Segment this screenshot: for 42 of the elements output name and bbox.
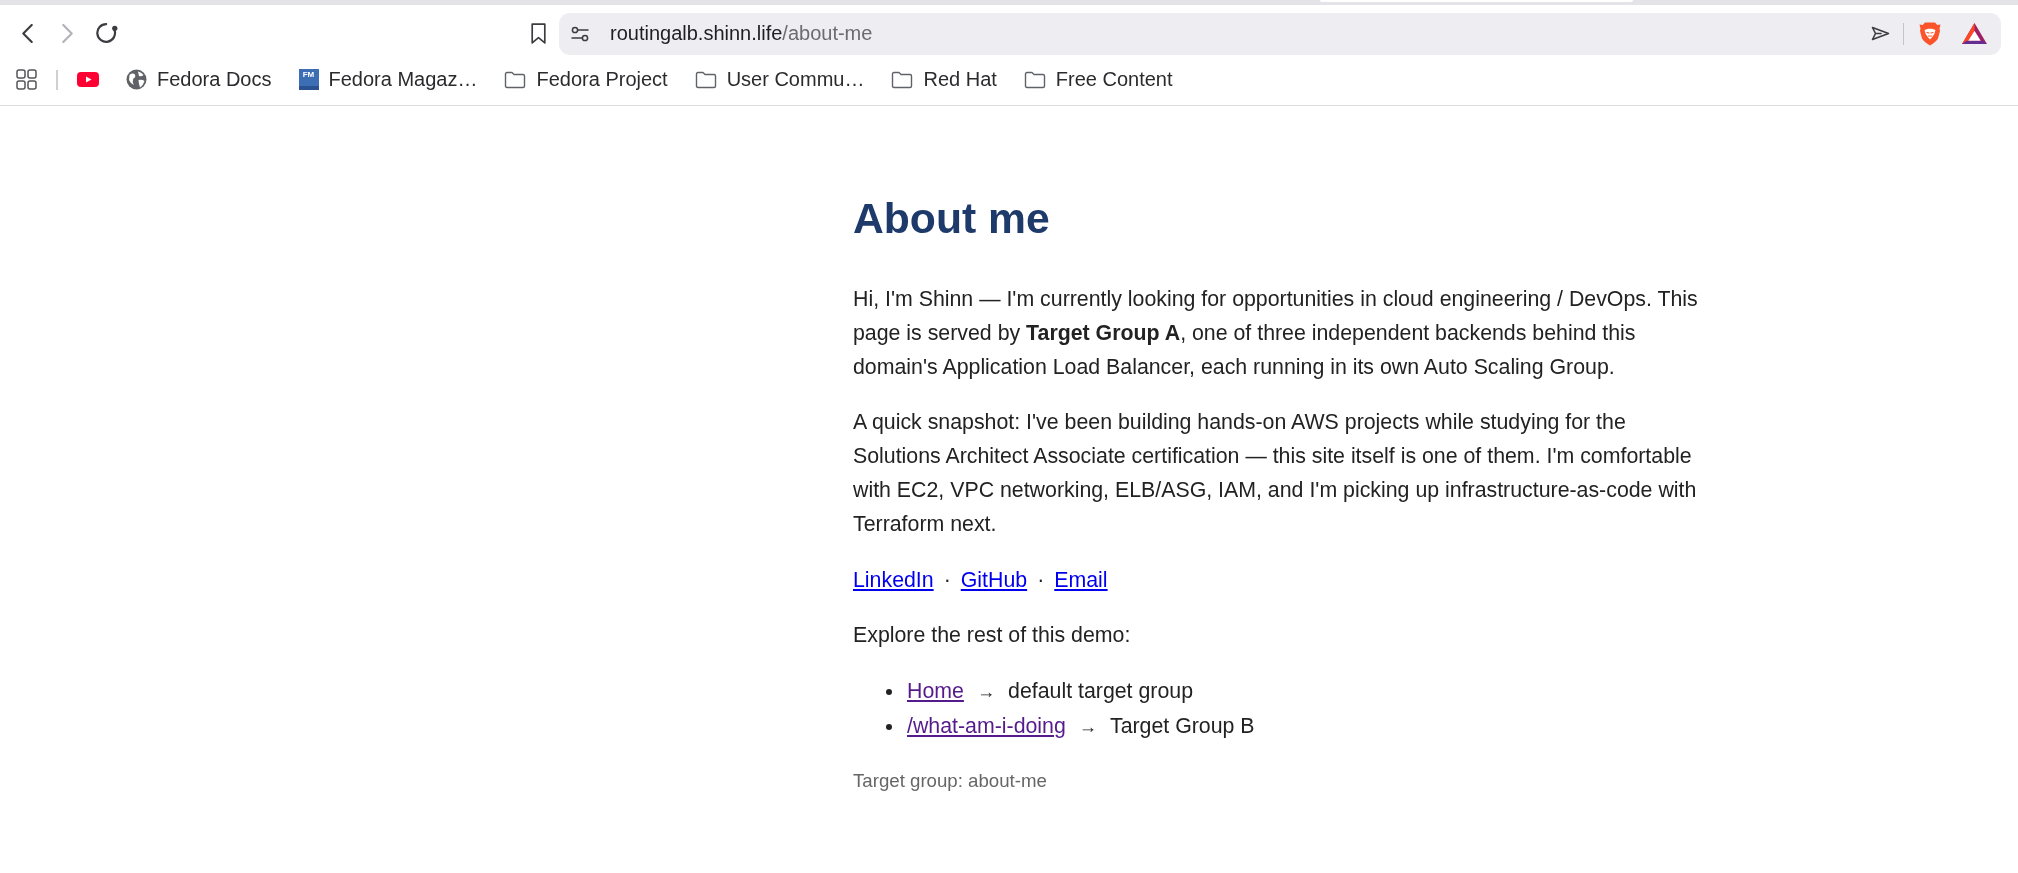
bookmark-item[interactable]: Red Hat — [885, 63, 1003, 96]
folder-icon — [891, 70, 914, 89]
contact-link[interactable]: LinkedIn — [853, 567, 934, 592]
bookmark-item[interactable]: Free Content — [1017, 63, 1179, 96]
page-heading: About me — [853, 193, 1051, 244]
folder-icon — [1023, 70, 1046, 89]
folder-icon — [504, 70, 527, 89]
bullet-icon — [886, 724, 892, 731]
sliders-icon[interactable] — [571, 25, 589, 42]
reload-icon — [96, 23, 118, 44]
body-paragraph: A quick snapshot: I've been building hands-on AWS projects while studying for the Solutions Architect Associate certification — this site itself is one of them. I'm comfortable with EC2, VPC networking, ELB/ASG, IAM, and I'm picking up infrastructure-as-code with Terraform next. — [853, 409, 1698, 539]
url-text[interactable]: routingalb.shinn.life/about-me — [610, 22, 873, 45]
globe-icon — [126, 69, 147, 90]
route-description: default target group — [1008, 679, 1193, 703]
fm-logo-icon: FM — [298, 69, 319, 90]
chevron-left-icon — [21, 24, 33, 43]
contact-link[interactable]: Email — [1054, 567, 1108, 592]
arrow-icon: → — [1078, 717, 1097, 737]
bookmark-item[interactable]: User Commu… — [688, 63, 871, 96]
lion-shield-icon[interactable] — [1919, 21, 1941, 46]
route-link[interactable]: Home — [907, 679, 964, 703]
explore-text: Explore the rest of this demo: — [853, 622, 1132, 649]
contact-link[interactable]: GitHub — [960, 567, 1028, 592]
target-group-note: Target group: about-me — [853, 769, 1048, 793]
grid-icon — [15, 69, 37, 90]
triangle-logo-icon[interactable] — [1962, 23, 1987, 44]
bookmark-item[interactable]: Fedora Project — [498, 63, 674, 96]
address-field[interactable]: routingalb.shinn.life/about-me — [559, 12, 2001, 55]
folder-icon — [694, 70, 717, 89]
body-paragraph: Hi, I'm Shinn — I'm currently looking for opportunities in cloud engineering / DevOps. This page is served by Target Group A, one of three independent backends behind this domain's Application Load Balancer, each running in its own Auto Scaling Group. — [853, 286, 1699, 381]
bookmark-icon — [530, 23, 546, 44]
bookmark-item[interactable]: Fedora Docs — [120, 63, 278, 96]
chevron-right-icon — [61, 24, 73, 43]
route-link[interactable]: /what-am-i-doing — [907, 714, 1066, 738]
bullet-icon — [886, 689, 892, 696]
play-logo-icon — [77, 72, 99, 87]
send-icon[interactable] — [1871, 26, 1890, 41]
arrow-icon: → — [976, 682, 996, 702]
link-separator: · — [943, 567, 951, 592]
route-description: Target Group B — [1109, 714, 1255, 738]
bookmark-item[interactable]: FM Fedora Magaz… — [292, 63, 484, 96]
link-separator: · — [1037, 567, 1045, 592]
